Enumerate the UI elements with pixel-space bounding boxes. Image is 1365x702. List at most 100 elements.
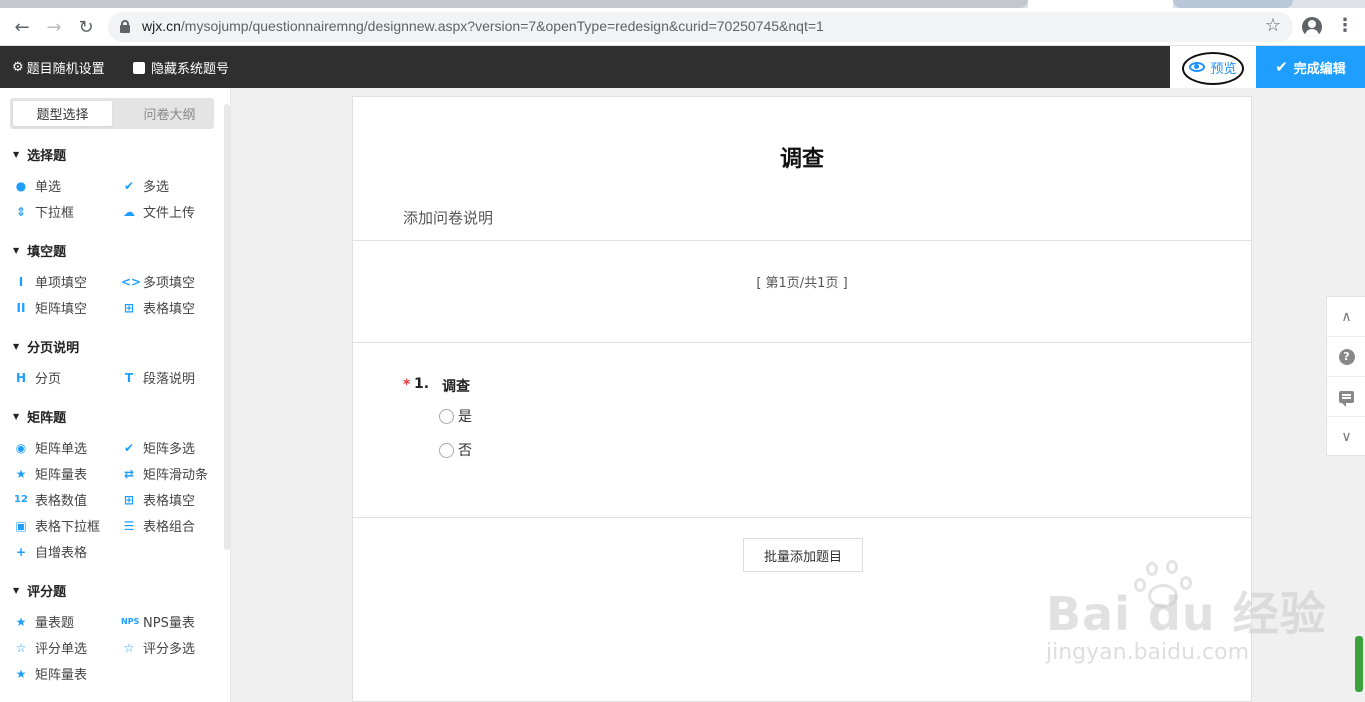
qtype-label: 多选 xyxy=(143,180,170,195)
kebab-menu-icon[interactable]: ⋮ xyxy=(1336,15,1354,36)
page-scrollbar-thumb[interactable] xyxy=(1355,636,1363,692)
qtype-single-choice[interactable]: ● 单选 xyxy=(13,176,62,196)
qtype-label: 矩阵量表 xyxy=(35,468,88,483)
qtype-label: 矩阵滑动条 xyxy=(143,468,209,483)
scroll-bottom-chevron-down-icon[interactable]: ∨ xyxy=(1327,417,1365,457)
qtype-table-fill[interactable]: ⊞ 表格填空 xyxy=(121,298,195,318)
option-no[interactable]: 否 xyxy=(439,440,472,460)
qtype-table-combo[interactable]: ☰ 表格组合 xyxy=(121,516,196,536)
qtype-label: 矩阵单选 xyxy=(35,442,88,457)
qtype-rating-single[interactable]: ☆ 评分单选 xyxy=(13,638,87,658)
group-rating-header[interactable]: ▼ 评分题 xyxy=(13,581,66,600)
qtype-single-fill[interactable]: I 单项填空 xyxy=(13,272,88,292)
browser-active-tab[interactable] xyxy=(1028,0,1173,8)
qtype-label: 分页 xyxy=(35,372,62,387)
qtype-matrix-multi[interactable]: ✔ 矩阵多选 xyxy=(121,438,196,458)
radio-button[interactable] xyxy=(439,442,454,458)
qtype-matrix-single[interactable]: ◉ 矩阵单选 xyxy=(13,438,88,458)
qtype-multiple-choice[interactable]: ✔ 多选 xyxy=(121,176,170,196)
qtype-label: 表格下拉框 xyxy=(35,520,101,535)
option-label: 是 xyxy=(458,409,472,425)
group-fill-title: 填空题 xyxy=(27,245,67,260)
qtype-table-numeric[interactable]: 12 表格数值 xyxy=(13,490,87,509)
qtype-label: 自增表格 xyxy=(35,546,88,561)
qtype-scale[interactable]: ★ 量表题 xyxy=(13,612,75,632)
radio-button[interactable] xyxy=(439,408,454,424)
qtype-paragraph[interactable]: T 段落说明 xyxy=(121,368,196,388)
qtype-label: 矩阵多选 xyxy=(143,442,196,457)
qtype-label: 矩阵填空 xyxy=(35,302,88,317)
qtype-label: NPS量表 xyxy=(143,616,195,631)
editor-top-bar: ⚙ 题目随机设置 隐藏系统题号 预览 ✔ 完成编辑 xyxy=(0,46,1365,88)
qtype-label: 单项填空 xyxy=(35,276,88,291)
page-break-icon: H xyxy=(15,370,27,385)
back-arrow-icon[interactable]: ← xyxy=(8,13,36,41)
lock-icon[interactable] xyxy=(120,20,130,33)
batch-add-button[interactable]: 批量添加题目 xyxy=(743,538,863,572)
dropdown-box-icon: ▣ xyxy=(15,518,27,533)
qtype-page-break[interactable]: H 分页 xyxy=(13,368,62,388)
chat-icon xyxy=(1339,390,1354,407)
brackets-icon: <> xyxy=(121,274,142,289)
caret-down-icon: ▼ xyxy=(13,246,20,255)
hide-numbers-checkbox[interactable] xyxy=(133,61,145,74)
url-text[interactable]: wjx.cn/mysojump/questionnairemng/designn… xyxy=(142,18,824,34)
survey-description[interactable]: 添加问卷说明 xyxy=(403,207,493,228)
qtype-matrix-scale[interactable]: ★ 矩阵量表 xyxy=(13,464,88,484)
floating-toolbar: ∧ ? ∨ xyxy=(1326,296,1365,456)
sidebar-scrollbar[interactable] xyxy=(224,104,230,550)
qtype-auto-table[interactable]: + 自增表格 xyxy=(13,542,88,562)
qtype-file-upload[interactable]: ☁ 文件上传 xyxy=(121,202,196,222)
tab-question-types[interactable]: 题型选择 xyxy=(13,101,112,126)
random-settings-button[interactable]: ⚙ 题目随机设置 xyxy=(12,58,105,77)
qtype-label: 矩阵量表 xyxy=(35,668,88,683)
survey-title[interactable]: 调查 xyxy=(353,141,1251,173)
browser-tabs[interactable] xyxy=(0,0,1028,8)
double-cursor-icon: II xyxy=(16,300,26,315)
feedback-button[interactable] xyxy=(1327,377,1365,417)
qtype-rating-matrix[interactable]: ★ 矩阵量表 xyxy=(13,664,88,684)
cloud-upload-icon: ☁ xyxy=(123,204,135,219)
qtype-nps[interactable]: NPS NPS量表 xyxy=(121,612,195,631)
question-title[interactable]: 调查 xyxy=(442,376,470,396)
plus-icon: + xyxy=(15,544,27,559)
finish-edit-button[interactable]: ✔ 完成编辑 xyxy=(1256,46,1365,88)
browser-tab-strip xyxy=(0,0,1365,8)
bookmark-star-icon[interactable]: ☆ xyxy=(1265,15,1281,36)
group-fill-header[interactable]: ▼ 填空题 xyxy=(13,241,66,260)
numeric-icon: 12 xyxy=(14,494,28,505)
star-outline-icon: ☆ xyxy=(123,640,135,655)
qtype-dropdown[interactable]: ⇕ 下拉框 xyxy=(13,202,74,222)
address-bar[interactable]: wjx.cn/mysojump/questionnairemng/designn… xyxy=(108,12,1293,42)
forward-arrow-icon[interactable]: → xyxy=(40,13,68,41)
qtype-label: 文件上传 xyxy=(143,206,196,221)
qtype-table-dropdown[interactable]: ▣ 表格下拉框 xyxy=(13,516,101,536)
option-yes[interactable]: 是 xyxy=(439,406,472,426)
hide-numbers-toggle[interactable]: 隐藏系统题号 xyxy=(133,58,229,77)
group-page-header[interactable]: ▼ 分页说明 xyxy=(13,337,79,356)
caret-down-icon: ▼ xyxy=(13,342,20,351)
qtype-rating-multi[interactable]: ☆ 评分多选 xyxy=(121,638,195,658)
random-settings-label: 题目随机设置 xyxy=(26,62,105,77)
qtype-label: 单选 xyxy=(35,180,62,195)
divider xyxy=(353,517,1251,518)
reload-icon[interactable]: ↻ xyxy=(72,13,100,41)
tab-outline[interactable]: 问卷大纲 xyxy=(120,101,219,126)
qtype-label: 量表题 xyxy=(35,616,75,631)
scroll-top-chevron-up-icon[interactable]: ∧ xyxy=(1327,297,1365,337)
option-label: 否 xyxy=(458,443,472,459)
group-matrix-header[interactable]: ▼ 矩阵题 xyxy=(13,407,66,426)
qtype-label: 段落说明 xyxy=(143,372,196,387)
qtype-multi-fill[interactable]: <> 多项填空 xyxy=(121,272,195,292)
qtype-matrix-fill[interactable]: II 矩阵填空 xyxy=(13,298,88,318)
browser-tab-right[interactable] xyxy=(1173,0,1293,8)
browser-toolbar: ← → ↻ wjx.cn/mysojump/questionnairemng/d… xyxy=(0,8,1365,46)
qtype-matrix-slider[interactable]: ⇄ 矩阵滑动条 xyxy=(121,464,209,484)
qtype-label: 表格组合 xyxy=(143,520,196,535)
group-choice-title: 选择题 xyxy=(27,149,67,164)
caret-down-icon: ▼ xyxy=(13,150,20,159)
qtype-table-fill-matrix[interactable]: ⊞ 表格填空 xyxy=(121,490,195,510)
help-button[interactable]: ? xyxy=(1327,337,1365,377)
profile-avatar-icon[interactable] xyxy=(1302,17,1322,37)
group-choice-header[interactable]: ▼ 选择题 xyxy=(13,145,66,164)
